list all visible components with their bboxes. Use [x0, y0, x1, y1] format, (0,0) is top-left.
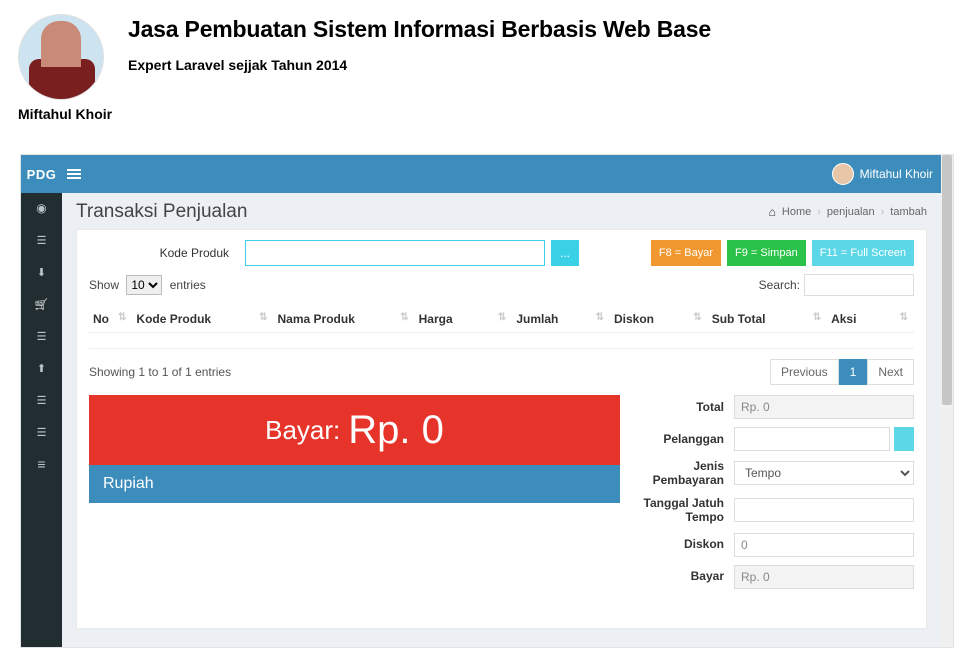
- bayar-amount: Rp. 0: [348, 408, 444, 453]
- pager-next[interactable]: Next: [867, 359, 914, 385]
- pelanggan-label: Pelanggan: [634, 432, 734, 446]
- bayar-field: [734, 565, 914, 589]
- jatuh-label: Tanggal Jatuh Tempo: [634, 496, 734, 525]
- breadcrumb-leaf: tambah: [890, 206, 927, 218]
- table-info: Showing 1 to 1 of 1 entries: [89, 365, 231, 379]
- jatuh-field[interactable]: [734, 498, 914, 522]
- list3-icon[interactable]: [32, 391, 52, 409]
- simpan-button[interactable]: F9 = Simpan: [727, 240, 806, 266]
- col-diskon[interactable]: Diskon: [610, 306, 708, 333]
- show-label-post: entries: [170, 278, 206, 292]
- bayar-display: Bayar: Rp. 0: [89, 395, 620, 465]
- bayar-label: Bayar: [634, 569, 734, 583]
- brand-logo[interactable]: PDG: [21, 167, 62, 182]
- home-icon[interactable]: [769, 205, 776, 219]
- show-label-pre: Show: [89, 278, 119, 292]
- app-frame: PDG Miftahul Khoir Transaksi Penjualan H…: [20, 154, 954, 648]
- table-row: [89, 333, 914, 349]
- pager: Previous 1 Next: [770, 359, 914, 385]
- entries-selector: Show 10 entries: [89, 275, 206, 295]
- list2-icon[interactable]: [32, 327, 52, 345]
- breadcrumb-home[interactable]: Home: [782, 206, 811, 218]
- breadcrumb: Home › penjualan › tambah: [769, 205, 927, 219]
- pager-page-1[interactable]: 1: [839, 359, 868, 385]
- pager-prev[interactable]: Previous: [770, 359, 839, 385]
- kode-produk-label: Kode Produk: [89, 246, 239, 260]
- col-harga[interactable]: Harga: [415, 306, 513, 333]
- database-icon[interactable]: [32, 455, 52, 473]
- user-name: Miftahul Khoir: [860, 167, 933, 181]
- jenis-label: Jenis Pembayaran: [634, 459, 734, 488]
- page-heading: Jasa Pembuatan Sistem Informasi Berbasis…: [128, 16, 711, 43]
- cart-icon[interactable]: [32, 295, 52, 313]
- main-panel: Kode Produk ... F8 = Bayar F9 = Simpan F…: [76, 229, 927, 629]
- col-jumlah[interactable]: Jumlah: [512, 306, 610, 333]
- entries-select[interactable]: 10: [126, 275, 162, 295]
- upload-icon[interactable]: [32, 359, 52, 377]
- menu-toggle-icon[interactable]: [62, 155, 86, 193]
- items-table: No Kode Produk Nama Produk Harga Jumlah …: [89, 306, 914, 349]
- col-no[interactable]: No: [89, 306, 132, 333]
- search-input[interactable]: [804, 274, 914, 296]
- user-menu[interactable]: Miftahul Khoir: [832, 163, 953, 185]
- total-label: Total: [634, 400, 734, 414]
- bayar-button[interactable]: F8 = Bayar: [651, 240, 721, 266]
- search-label: Search:: [759, 278, 800, 292]
- total-field: [734, 395, 914, 419]
- bayar-prefix: Bayar:: [265, 415, 340, 446]
- diskon-label: Diskon: [634, 537, 734, 551]
- sidebar: [21, 193, 62, 647]
- breadcrumb-mid[interactable]: penjualan: [827, 206, 875, 218]
- user-avatar-icon: [832, 163, 854, 185]
- summary-form: Total Pelanggan Jenis Pembayaran Tempo: [634, 395, 914, 597]
- fullscreen-button[interactable]: F11 = Full Screen: [812, 240, 914, 266]
- download-icon[interactable]: [32, 263, 52, 281]
- currency-word: Rupiah: [89, 465, 620, 503]
- profile-avatar: [18, 14, 104, 100]
- col-kode[interactable]: Kode Produk: [132, 306, 273, 333]
- page-title: Transaksi Penjualan: [76, 201, 247, 223]
- diskon-field[interactable]: [734, 533, 914, 557]
- lookup-pelanggan-button[interactable]: [894, 427, 914, 451]
- kode-produk-input[interactable]: [245, 240, 545, 266]
- jenis-select[interactable]: Tempo: [734, 461, 914, 485]
- scrollbar[interactable]: [941, 155, 953, 647]
- col-aksi[interactable]: Aksi: [827, 306, 914, 333]
- lookup-product-button[interactable]: ...: [551, 240, 579, 266]
- page-subheading: Expert Laravel sejjak Tahun 2014: [128, 57, 711, 73]
- author-name: Miftahul Khoir: [18, 106, 942, 122]
- dashboard-icon[interactable]: [32, 199, 52, 217]
- list-icon[interactable]: [32, 231, 52, 249]
- col-nama[interactable]: Nama Produk: [274, 306, 415, 333]
- pelanggan-field[interactable]: [734, 427, 890, 451]
- col-subtotal[interactable]: Sub Total: [708, 306, 827, 333]
- topbar: PDG Miftahul Khoir: [21, 155, 953, 193]
- list4-icon[interactable]: [32, 423, 52, 441]
